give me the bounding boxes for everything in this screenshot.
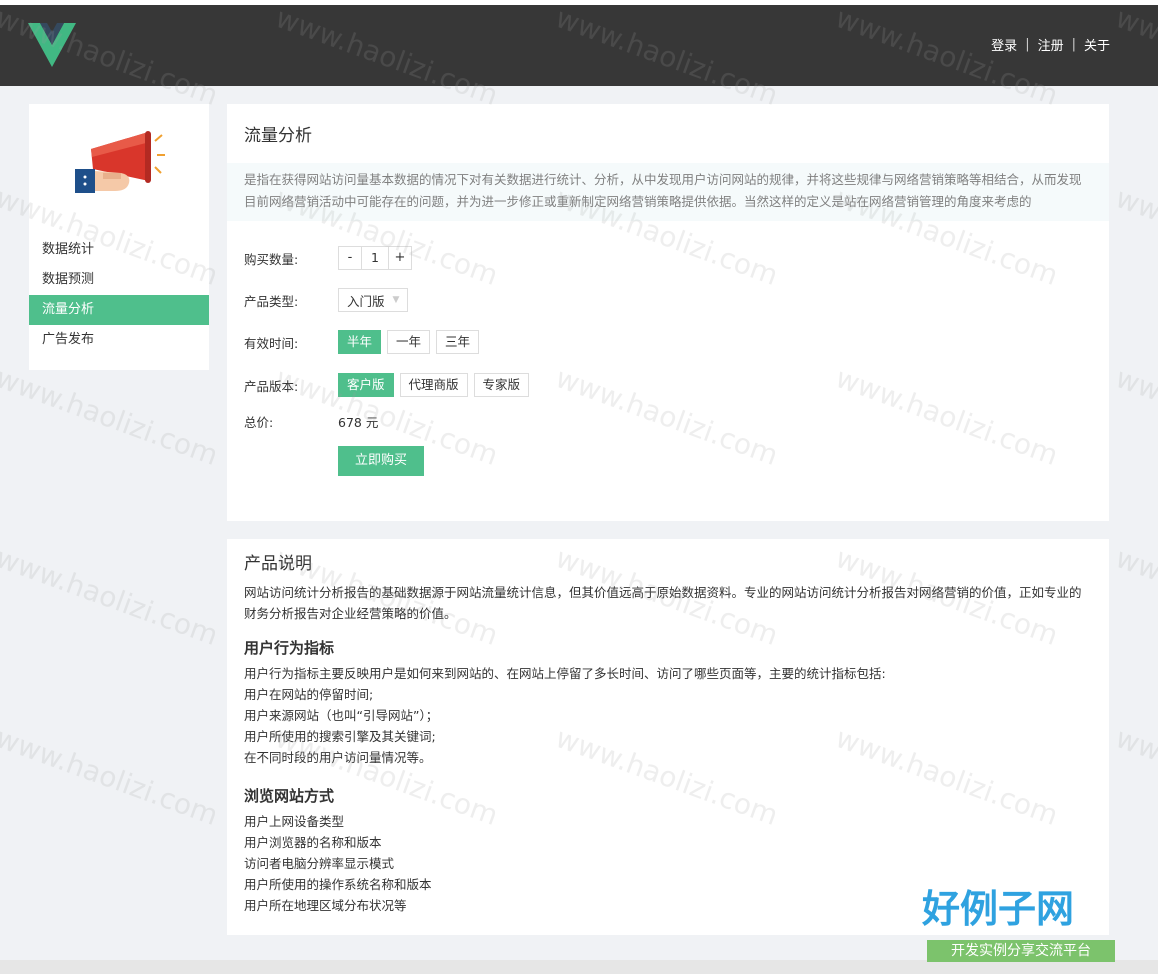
chevron-down-icon: ▼ [392, 295, 400, 305]
quantity-label: 购买数量: [244, 251, 299, 267]
list-item: 用户浏览器的名称和版本 [244, 835, 382, 850]
description-title: 产品说明 [244, 554, 312, 574]
product-card: 流量分析 是指在获得网站访问量基本数据的情况下对有关数据进行统计、分析，从中发现… [227, 104, 1109, 521]
buy-now-button[interactable]: 立即购买 [338, 446, 424, 476]
sidebar: 数据统计 数据预测 流量分析 广告发布 [29, 104, 209, 370]
duration-row: 有效时间: 半年 一年 三年 [244, 330, 485, 354]
list-item: 用户所使用的搜索引擎及其关键词; [244, 729, 436, 744]
quantity-plus-button[interactable]: + [389, 247, 411, 269]
total-label: 总价: [244, 415, 274, 430]
watermark-text: www.haolizi.com [1111, 181, 1158, 292]
watermark-text: www.haolizi.com [0, 721, 223, 832]
list-item: 用户在网站的停留时间; [244, 687, 374, 702]
list-item: 用户行为指标主要反映用户是如何来到网站的、在网站上停留了多长时间、访问了哪些页面… [244, 666, 886, 681]
section-title-user-behavior: 用户行为指标 [244, 639, 335, 657]
nav-separator: | [1071, 37, 1076, 52]
register-link[interactable]: 注册 [1038, 35, 1064, 54]
version-option-expert[interactable]: 专家版 [473, 373, 530, 397]
section-title-browsing: 浏览网站方式 [244, 787, 335, 805]
brand-tagline: 开发实例分享交流平台 [927, 940, 1115, 962]
list-item: 访问者电脑分辨率显示模式 [244, 856, 395, 871]
list-item: 用户来源网站（也叫“引导网站”）； [244, 708, 439, 723]
vue-logo-icon[interactable] [28, 23, 76, 67]
duration-option-half-year[interactable]: 半年 [338, 330, 382, 354]
sidebar-item-data-stats[interactable]: 数据统计 [29, 235, 209, 265]
sidebar-item-traffic-analysis[interactable]: 流量分析 [29, 295, 209, 325]
version-label: 产品版本: [244, 378, 299, 394]
quantity-row: 购买数量: - 1 + [244, 246, 412, 270]
brand-watermark-logo: 好例子网 开发实例分享交流平台 [922, 886, 1118, 966]
sidebar-item-ad-publish[interactable]: 广告发布 [29, 325, 209, 355]
type-label: 产品类型: [244, 293, 299, 309]
description-card: 产品说明 网站访问统计分析报告的基础数据源于网站流量统计信息，但其价值远高于原始… [227, 539, 1109, 935]
product-intro: 是指在获得网站访问量基本数据的情况下对有关数据进行统计、分析，从中发现用户访问网… [227, 163, 1109, 221]
brand-name: 好例子网 [922, 886, 1075, 931]
type-row: 产品类型: 入门版 ▼ [244, 288, 409, 312]
description-body: 网站访问统计分析报告的基础数据源于网站流量统计信息，但其价值远高于原始数据资料。… [244, 585, 1082, 621]
quantity-minus-button[interactable]: - [339, 247, 361, 269]
nav-separator: | [1025, 37, 1030, 52]
duration-label: 有效时间: [244, 335, 299, 351]
total-price: 678 元 [338, 415, 379, 430]
watermark-text: www.haolizi.com [0, 361, 223, 472]
megaphone-icon [75, 131, 165, 193]
duration-option-three-years[interactable]: 三年 [436, 330, 480, 354]
product-title: 流量分析 [244, 126, 312, 146]
version-row: 产品版本: 客户版 代理商版 专家版 [244, 373, 535, 397]
watermark-text: www.haolizi.com [1111, 541, 1158, 652]
version-option-client[interactable]: 客户版 [338, 373, 394, 397]
quantity-input[interactable]: 1 [361, 247, 389, 269]
sidebar-item-data-forecast[interactable]: 数据预测 [29, 265, 209, 295]
top-nav: 登录 | 注册 | 关于 [991, 35, 1110, 54]
watermark-text: www.haolizi.com [0, 541, 223, 652]
duration-option-one-year[interactable]: 一年 [387, 330, 431, 354]
about-link[interactable]: 关于 [1084, 35, 1110, 54]
watermark-text: www.haolizi.com [1111, 721, 1158, 832]
login-link[interactable]: 登录 [991, 35, 1017, 54]
list-item: 在不同时段的用户访问量情况等。 [244, 750, 432, 765]
product-type-select[interactable]: 入门版 ▼ [338, 288, 409, 312]
sidebar-menu: 数据统计 数据预测 流量分析 广告发布 [29, 235, 209, 355]
product-type-value: 入门版 [347, 293, 385, 309]
watermark-text: www.haolizi.com [1111, 361, 1158, 472]
version-option-agent[interactable]: 代理商版 [399, 373, 468, 397]
list-item: 用户上网设备类型 [244, 814, 345, 829]
quantity-stepper: - 1 + [338, 246, 412, 270]
header-bar: 登录 | 注册 | 关于 [0, 5, 1158, 86]
total-row: 总价: 678 元 [244, 412, 378, 431]
